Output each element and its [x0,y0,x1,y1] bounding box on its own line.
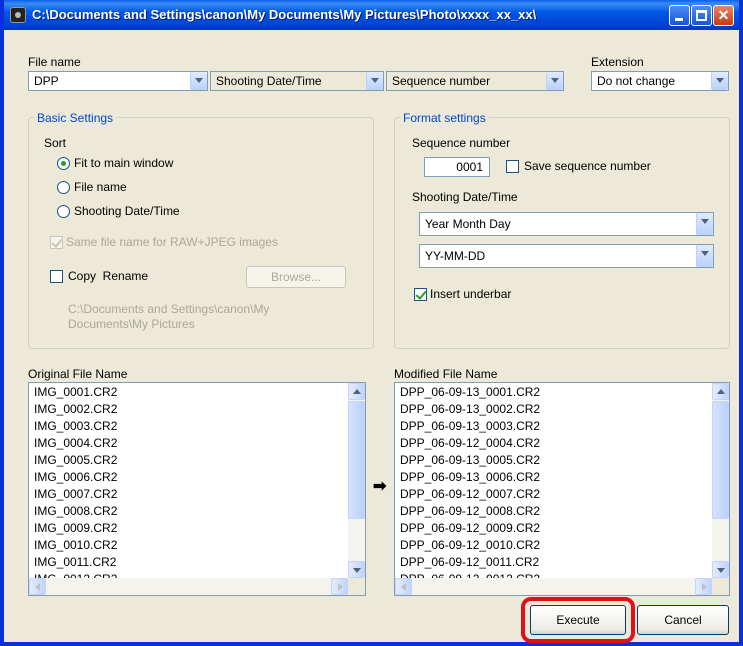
window-title: C:\Documents and Settings\canon\My Docum… [32,7,537,22]
scroll-thumb[interactable] [712,401,729,519]
right-arrow-icon: ➡ [373,478,387,495]
list-item[interactable]: IMG_0011.CR2 [34,555,116,569]
date-format-value: YY-MM-DD [425,249,486,263]
insert-underbar-label: Insert underbar [430,287,512,301]
list-item[interactable]: IMG_0008.CR2 [34,504,117,518]
sort-radio-date[interactable] [57,205,70,218]
path-line-2: Documents\My Pictures [68,317,195,331]
list-item[interactable]: DPP_06-09-13_0003.CR2 [400,419,540,433]
chevron-down-icon [546,72,563,90]
list-item[interactable]: IMG_0010.CR2 [34,538,117,552]
scroll-up-icon[interactable] [712,383,729,400]
scroll-up-icon[interactable] [348,383,365,400]
chevron-down-icon [190,72,207,90]
list-item[interactable]: IMG_0006.CR2 [34,470,117,484]
copy-rename-checkbox[interactable] [50,270,63,283]
scroll-right-icon[interactable] [331,578,348,595]
extension-select[interactable]: Do not change [591,71,729,91]
file-name-label: File name [28,55,81,69]
sort-radio-fit[interactable] [57,157,70,170]
list-item[interactable]: DPP_06-09-13_0001.CR2 [400,385,540,399]
file-name-middle-value: Shooting Date/Time [216,74,322,88]
original-file-name-label: Original File Name [28,367,128,381]
original-list-hscroll[interactable] [29,578,348,595]
shooting-date-label: Shooting Date/Time [412,190,518,204]
same-name-checkbox[interactable] [50,236,63,249]
list-item[interactable]: DPP_06-09-13_0002.CR2 [400,402,540,416]
chevron-down-icon [366,72,383,90]
close-icon: ✕ [717,7,730,23]
minimize-button[interactable] [669,5,690,26]
browse-button[interactable]: Browse... [246,266,346,288]
file-name-prefix-value: DPP [34,74,59,88]
file-name-suffix-value: Sequence number [392,74,491,88]
scroll-corner [348,578,365,595]
camera-icon [10,7,26,23]
sort-radio-filename[interactable] [57,181,70,194]
extension-label: Extension [591,55,644,69]
date-format-select[interactable]: YY-MM-DD [419,244,714,268]
close-button[interactable]: ✕ [713,5,734,26]
file-name-middle-select[interactable]: Shooting Date/Time [210,71,384,91]
sort-option-date-label: Shooting Date/Time [74,204,180,218]
save-sequence-checkbox[interactable] [506,160,519,173]
chevron-down-icon [711,72,728,90]
list-item[interactable]: IMG_0007.CR2 [34,487,117,501]
sort-label: Sort [44,136,67,150]
cancel-button[interactable]: Cancel [637,605,729,635]
same-name-label: Same file name for RAW+JPEG images [66,235,278,249]
sequence-number-label: Sequence number [412,136,511,150]
scroll-down-icon[interactable] [712,561,729,578]
list-item[interactable]: IMG_0005.CR2 [34,453,117,467]
list-item[interactable]: DPP_06-09-12_0007.CR2 [400,487,540,501]
maximize-button[interactable] [691,5,712,26]
date-order-value: Year Month Day [425,217,511,231]
list-item[interactable]: DPP_06-09-12_0008.CR2 [400,504,540,518]
title-bar: C:\Documents and Settings\canon\My Docum… [4,0,739,30]
scroll-thumb[interactable] [348,401,365,519]
minimize-icon [675,18,683,21]
list-item[interactable]: IMG_0009.CR2 [34,521,117,535]
basic-settings-title: Basic Settings [34,111,117,125]
modified-list-hscroll[interactable] [395,578,712,595]
scroll-corner [712,578,729,595]
original-file-list[interactable]: IMG_0001.CR2 IMG_0002.CR2 IMG_0003.CR2 IMG_… [28,382,366,596]
sort-option-filename-label: File name [74,180,127,194]
chevron-down-icon [696,245,713,267]
modified-file-list[interactable]: DPP_06-09-13_0001.CR2 DPP_06-09-13_0002.C… [394,382,730,596]
insert-underbar-checkbox[interactable] [414,288,427,301]
chevron-down-icon [696,213,713,235]
list-item[interactable]: DPP_06-09-12_0004.CR2 [400,436,540,450]
list-item[interactable]: IMG_0002.CR2 [34,402,117,416]
maximize-icon [696,10,707,21]
scroll-left-icon[interactable] [29,578,46,595]
sort-option-fit-label: Fit to main window [74,156,174,170]
list-item[interactable]: IMG_0003.CR2 [34,419,117,433]
list-item[interactable]: DPP_06-09-12_0010.CR2 [400,538,540,552]
scroll-down-icon[interactable] [348,561,365,578]
extension-value: Do not change [597,74,676,88]
list-item[interactable]: DPP_06-09-12_0009.CR2 [400,521,540,535]
list-item[interactable]: IMG_0004.CR2 [34,436,117,450]
sequence-number-input[interactable]: 0001 [424,157,490,177]
list-item[interactable]: DPP_06-09-12_0011.CR2 [400,555,539,569]
original-list-vscroll[interactable] [348,383,365,578]
scroll-left-icon[interactable] [395,578,412,595]
execute-button[interactable]: Execute [530,605,626,635]
modified-list-vscroll[interactable] [712,383,729,578]
save-sequence-label: Save sequence number [524,159,651,173]
scroll-right-icon[interactable] [695,578,712,595]
modified-file-name-label: Modified File Name [394,367,498,381]
list-item[interactable]: IMG_0001.CR2 [34,385,117,399]
format-settings-title: Format settings [400,111,489,125]
list-item[interactable]: DPP_06-09-13_0006.CR2 [400,470,540,484]
file-name-suffix-select[interactable]: Sequence number [386,71,564,91]
sequence-number-value: 0001 [456,160,483,174]
file-name-prefix-select[interactable]: DPP [28,71,208,91]
path-line-1: C:\Documents and Settings\canon\My [68,302,270,316]
rename-window: C:\Documents and Settings\canon\My Docum… [0,0,743,646]
date-order-select[interactable]: Year Month Day [419,212,714,236]
list-item[interactable]: DPP_06-09-13_0005.CR2 [400,453,540,467]
copy-rename-label: Copy Rename [68,269,149,283]
